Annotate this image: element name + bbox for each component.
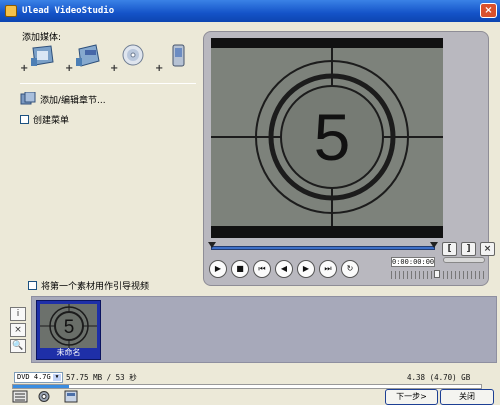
plus-icon: +	[20, 63, 29, 74]
close-button[interactable]: 关闭	[440, 389, 494, 405]
play-button[interactable]: ▶	[209, 260, 227, 278]
create-menu-option[interactable]: 创建菜单	[20, 113, 69, 126]
timecode-ruler	[391, 271, 435, 279]
dialog-body: 添加媒体: + + + + 添加/编辑章节... 创建菜单 5 [] × ▶ …	[0, 22, 500, 405]
plus-icon: +	[110, 63, 119, 74]
volume-ruler	[443, 271, 485, 279]
mark-in-handle[interactable]	[208, 242, 216, 248]
add-dvd-button[interactable]: +	[110, 42, 149, 76]
mark-out-handle[interactable]	[430, 242, 438, 248]
countdown-number: 5	[314, 100, 351, 174]
volume-knob[interactable]	[434, 270, 440, 278]
add-mobile-button[interactable]: +	[155, 42, 194, 76]
use-first-clip-checkbox[interactable]	[28, 281, 37, 290]
clip-countdown-thumbnail: 5	[40, 304, 97, 348]
video-file-icon	[31, 45, 54, 66]
clip-thumbnail: 5	[40, 304, 97, 348]
list-settings-icon[interactable]	[12, 389, 28, 404]
media-bin: 5 未命名	[31, 296, 497, 363]
mark-in-button[interactable]: [	[442, 242, 457, 256]
trim-buttons: [ ] ×	[442, 242, 495, 256]
plus-icon: +	[155, 63, 164, 74]
scrubber[interactable]	[208, 242, 438, 254]
timecode-display[interactable]: 0:00:00:00	[391, 257, 435, 267]
window-close-button[interactable]: ×	[480, 3, 497, 18]
bottom-bar: 下一步> 关闭	[0, 389, 500, 405]
delete-icon[interactable]: ×	[10, 323, 26, 337]
project-settings-icon[interactable]	[63, 389, 79, 404]
next-button[interactable]: 下一步>	[385, 389, 438, 405]
home-button[interactable]: ⏮	[253, 260, 271, 278]
volume-slider[interactable]	[443, 257, 485, 263]
next-frame-button[interactable]: ▶	[297, 260, 315, 278]
repeat-button[interactable]: ↻	[341, 260, 359, 278]
transport-controls: ▶ ■ ⏮ ◀ ▶ ⏭ ↻	[209, 260, 359, 278]
stop-button[interactable]: ■	[231, 260, 249, 278]
info-icon[interactable]: i	[10, 307, 26, 321]
disc-type-value: DVD 4.7G	[17, 373, 51, 381]
preview-panel: 5 [ ] × ▶ ■ ⏮ ◀ ▶ ⏭ ↻ 0:00:00:00	[203, 31, 495, 286]
media-tools: i × 🔍	[10, 307, 26, 353]
mark-out-button[interactable]: ]	[461, 242, 476, 256]
add-media-toolbar: + + + +	[20, 42, 194, 76]
app-icon	[5, 5, 17, 17]
scrub-track[interactable]	[211, 246, 435, 250]
video-preview: 5	[211, 38, 443, 238]
zoom-icon[interactable]: 🔍	[10, 339, 26, 353]
add-edit-chapter-link[interactable]: 添加/编辑章节...	[20, 92, 106, 106]
use-first-clip-option[interactable]: 将第一个素材用作引导视频	[28, 279, 149, 292]
gear-icon[interactable]	[36, 389, 52, 404]
previous-frame-button[interactable]: ◀	[275, 260, 293, 278]
clear-marks-button[interactable]: ×	[480, 242, 495, 256]
add-video-button[interactable]: +	[20, 42, 59, 76]
video-frame: 5	[211, 48, 443, 226]
divider	[20, 83, 196, 84]
disc-type-select[interactable]: DVD 4.7G ▼	[14, 372, 63, 383]
film-countdown-leader: 5	[211, 48, 443, 226]
use-first-clip-label: 将第一个素材用作引导视频	[41, 282, 150, 292]
mobile-device-icon	[172, 44, 185, 67]
create-menu-label: 创建菜单	[33, 116, 70, 126]
chevron-down-icon: ▼	[53, 374, 61, 381]
chapter-icon	[20, 92, 36, 105]
clip-countdown-number: 5	[64, 317, 75, 338]
plus-icon: +	[65, 63, 74, 74]
add-edit-chapter-label: 添加/编辑章节...	[40, 95, 106, 106]
create-menu-checkbox[interactable]	[20, 115, 29, 124]
project-size: 57.75 MB / 53 秒	[66, 373, 137, 382]
clip-label: 未命名	[56, 348, 81, 357]
title-bar: Ulead VideoStudio ×	[0, 0, 500, 22]
media-clip[interactable]: 5 未命名	[36, 300, 101, 360]
add-vcd-button[interactable]: +	[65, 42, 104, 76]
window-title: Ulead VideoStudio	[22, 6, 115, 16]
disc-capacity: 4.38 (4.70) GB	[407, 373, 471, 382]
vcd-file-icon	[76, 44, 100, 67]
end-button[interactable]: ⏭	[319, 260, 337, 278]
dvd-disc-icon	[122, 44, 144, 66]
